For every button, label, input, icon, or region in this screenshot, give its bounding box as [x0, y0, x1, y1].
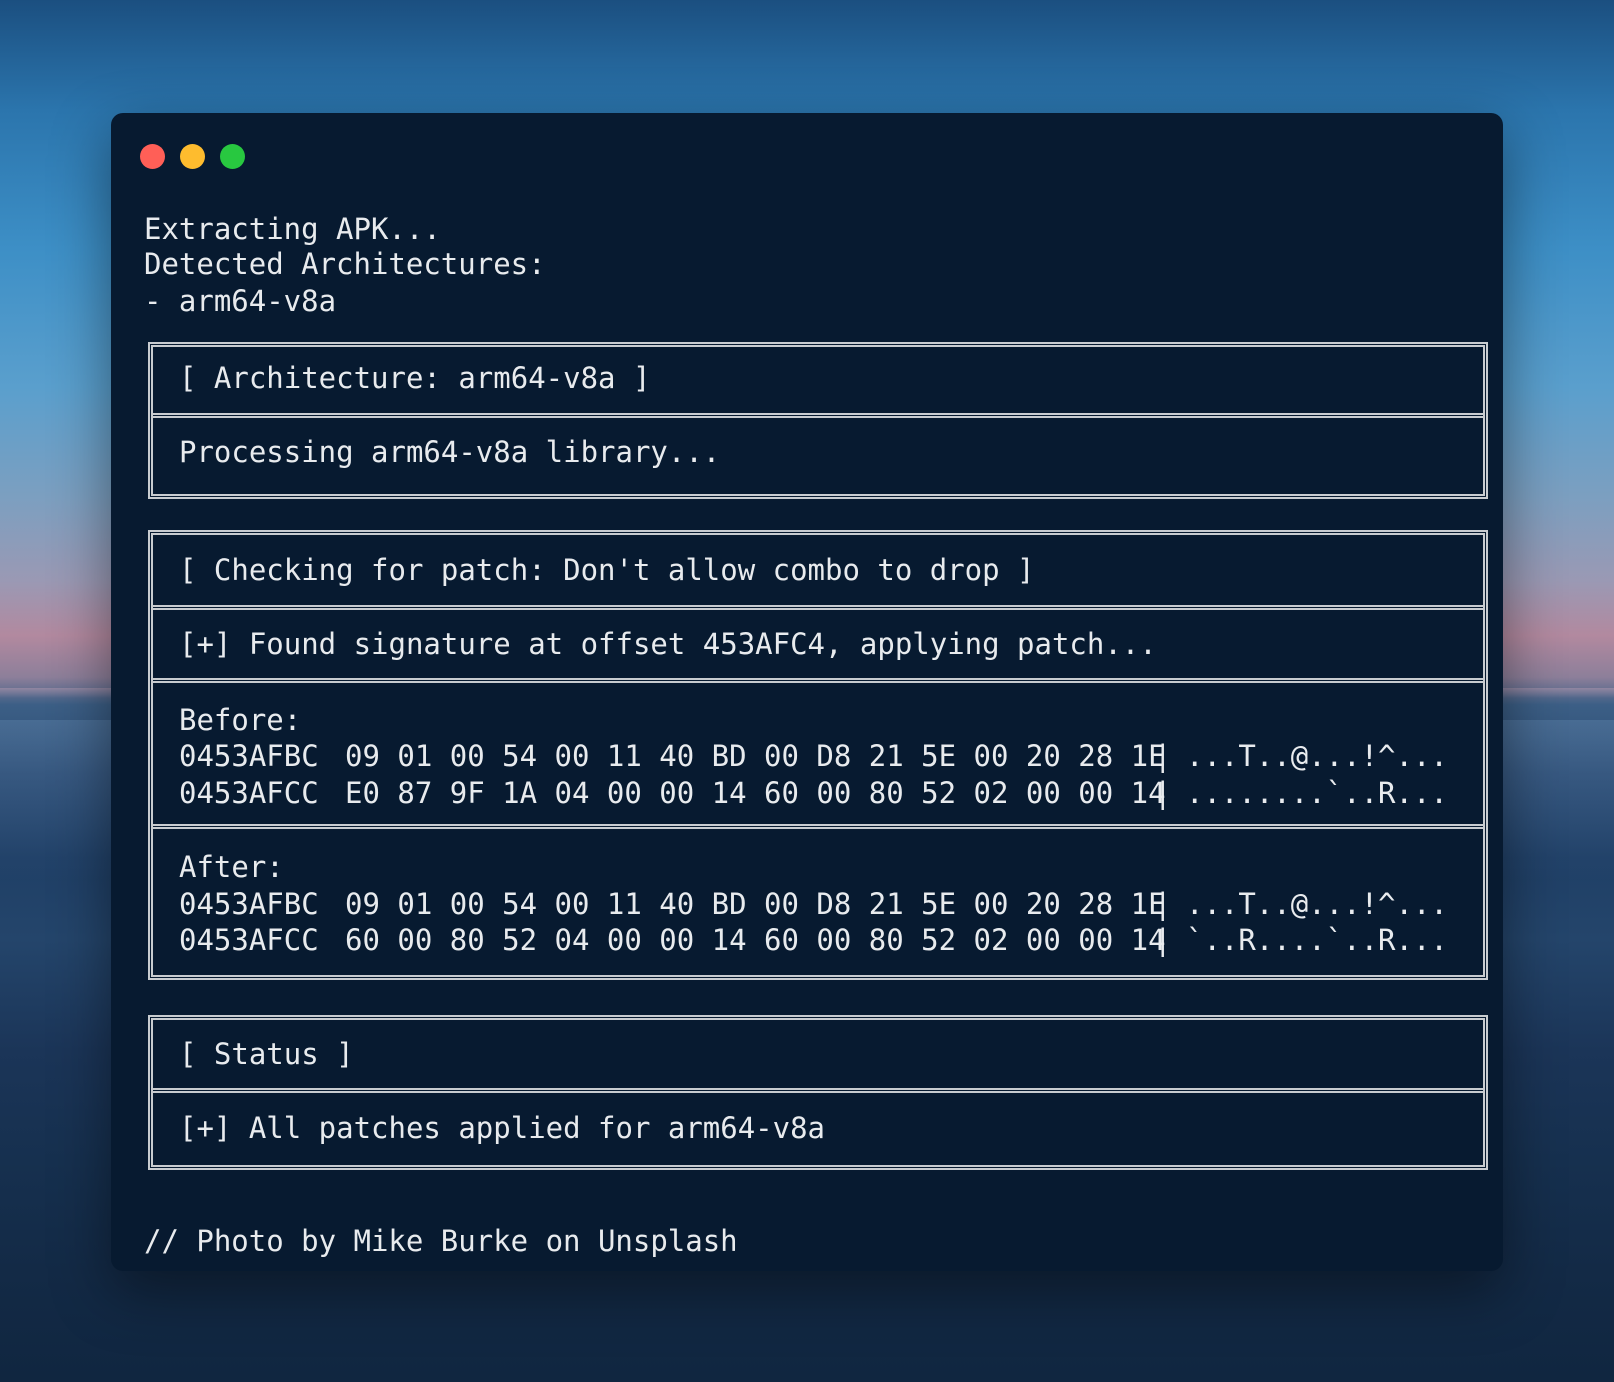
box-divider — [153, 678, 1483, 683]
close-button[interactable] — [140, 144, 165, 169]
zoom-button[interactable] — [220, 144, 245, 169]
hex-row: 0453AFBC 09 01 00 54 00 11 40 BD 00 D8 2… — [179, 886, 1448, 922]
minimize-button[interactable] — [180, 144, 205, 169]
hex-ascii: ...T..@...!^... — [1186, 887, 1448, 921]
patch-found-message: [+] Found signature at offset 453AFC4, a… — [179, 627, 1157, 661]
hex-row: 0453AFCC E0 87 9F 1A 04 00 00 14 60 00 8… — [179, 775, 1448, 811]
status-header: [ Status ] — [179, 1037, 354, 1071]
hex-address: 0453AFCC — [179, 923, 319, 957]
hex-address: 0453AFBC — [179, 887, 319, 921]
before-label: Before: — [179, 703, 302, 737]
box-divider — [153, 1088, 1483, 1093]
hex-separator: | — [1154, 776, 1172, 810]
intro-line-arch: - arm64-v8a — [144, 284, 337, 318]
hex-separator: | — [1154, 923, 1172, 957]
hex-ascii: ........`..R... — [1186, 776, 1448, 810]
after-label: After: — [179, 850, 284, 884]
hex-bytes: E0 87 9F 1A 04 00 00 14 60 00 80 52 02 0… — [345, 776, 1166, 810]
hex-ascii: ...T..@...!^... — [1186, 739, 1448, 773]
intro-line-extracting: Extracting APK... — [144, 212, 441, 246]
terminal-window: Extracting APK... Detected Architectures… — [111, 113, 1503, 1271]
architecture-message: Processing arm64-v8a library... — [179, 435, 721, 469]
status-box: [ Status ] [+] All patches applied for a… — [148, 1015, 1488, 1170]
architecture-header: [ Architecture: arm64-v8a ] — [179, 361, 651, 395]
hex-bytes: 60 00 80 52 04 00 00 14 60 00 80 52 02 0… — [345, 923, 1166, 957]
hex-bytes: 09 01 00 54 00 11 40 BD 00 D8 21 5E 00 2… — [345, 887, 1166, 921]
hex-row: 0453AFCC 60 00 80 52 04 00 00 14 60 00 8… — [179, 922, 1448, 958]
box-divider — [153, 605, 1483, 610]
patch-header: [ Checking for patch: Don't allow combo … — [179, 553, 1035, 587]
box-divider — [153, 824, 1483, 829]
hex-ascii: `..R....`..R... — [1186, 923, 1448, 957]
patch-box: [ Checking for patch: Don't allow combo … — [148, 530, 1488, 980]
architecture-box: [ Architecture: arm64-v8a ] Processing a… — [148, 342, 1488, 499]
hex-bytes: 09 01 00 54 00 11 40 BD 00 D8 21 5E 00 2… — [345, 739, 1166, 773]
intro-line-detected: Detected Architectures: — [144, 247, 546, 281]
box-divider — [153, 413, 1483, 418]
status-message: [+] All patches applied for arm64-v8a — [179, 1111, 826, 1145]
hex-address: 0453AFCC — [179, 776, 319, 810]
hex-address: 0453AFBC — [179, 739, 319, 773]
hex-row: 0453AFBC 09 01 00 54 00 11 40 BD 00 D8 2… — [179, 738, 1448, 774]
hex-separator: | — [1154, 739, 1172, 773]
hex-separator: | — [1154, 887, 1172, 921]
photo-credit: // Photo by Mike Burke on Unsplash — [144, 1224, 738, 1258]
